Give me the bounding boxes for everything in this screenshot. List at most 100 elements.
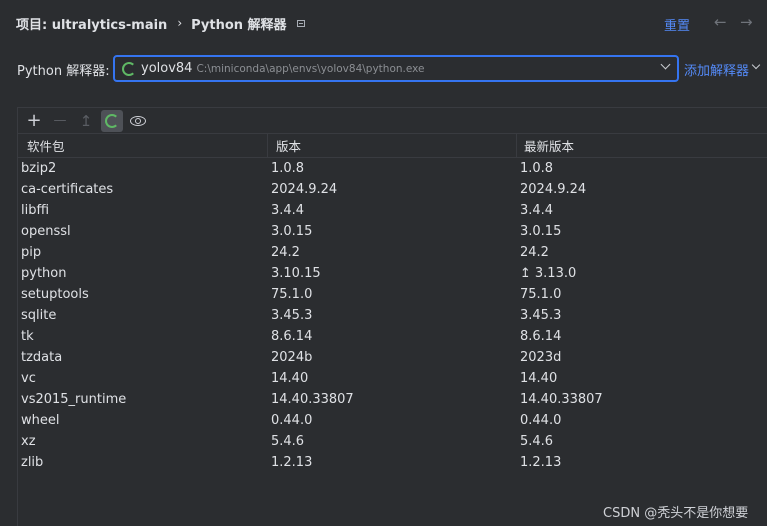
interpreter-select[interactable]: yolov84 C:\miniconda\app\envs\yolov84\py… (113, 55, 679, 82)
table-row[interactable]: tzdata 2024b 2023d (18, 347, 767, 368)
column-header-version[interactable]: 版本 (268, 133, 517, 158)
package-latest: 3.0.15 (516, 224, 561, 239)
package-version: 2024b (271, 350, 313, 365)
package-latest: 14.40.33807 (516, 392, 603, 407)
package-latest: 1.0.8 (516, 161, 553, 176)
back-arrow-icon[interactable]: ← (714, 13, 727, 31)
table-header: 软件包 版本 最新版本 (18, 133, 767, 158)
column-header-package[interactable]: 软件包 (18, 133, 268, 158)
package-name: bzip2 (21, 161, 57, 176)
package-version: 5.4.6 (271, 434, 305, 449)
table-row[interactable]: zlib 1.2.13 1.2.13 (18, 452, 767, 473)
package-latest: 2023d (516, 350, 561, 365)
reset-link[interactable]: 重置 (664, 15, 690, 34)
package-latest: 3.4.4 (516, 203, 553, 218)
package-version: 1.0.8 (271, 161, 305, 176)
add-package-button[interactable]: + (23, 110, 45, 132)
latest-version-label: 2023d (520, 350, 562, 365)
table-row[interactable]: tk 8.6.14 8.6.14 (18, 326, 767, 347)
package-name: sqlite (21, 308, 57, 323)
package-version: 14.40.33807 (271, 392, 354, 407)
latest-version-label: 24.2 (520, 245, 549, 260)
packages-toolbar: + — ↥ (18, 108, 767, 134)
package-name: wheel (21, 413, 60, 428)
remove-package-button[interactable]: — (49, 110, 71, 132)
table-row[interactable]: vc 14.40 14.40 (18, 368, 767, 389)
package-name: tk (21, 329, 34, 344)
upgrade-package-button[interactable]: ↥ (75, 110, 97, 132)
table-row[interactable]: wheel 0.44.0 0.44.0 (18, 410, 767, 431)
package-latest: 75.1.0 (516, 287, 561, 302)
loading-spinner-icon (105, 113, 119, 128)
package-latest: 14.40 (516, 371, 557, 386)
upgrade-arrow-icon: ↥ (520, 266, 531, 281)
package-latest: 2024.9.24 (516, 182, 586, 197)
table-row[interactable]: xz 5.4.6 5.4.6 (18, 431, 767, 452)
table-body: bzip2 1.0.8 1.0.8 ca-certificates 2024.9.24 2… (18, 158, 767, 473)
column-header-latest[interactable]: 最新版本 (517, 134, 574, 158)
latest-version-label: 3.0.15 (520, 224, 562, 239)
packages-panel: + — ↥ 软件包 版本 最新版本 bzip2 1.0.8 1.0.8 ca-cert… (17, 107, 767, 526)
interpreter-row: Python 解释器: yolov84 C:\miniconda\app\env… (0, 55, 767, 82)
table-row[interactable]: python 3.10.15 ↥ 3.13.0 (18, 263, 767, 284)
latest-version-label: 3.13.0 (534, 266, 577, 281)
table-row[interactable]: setuptools 75.1.0 75.1.0 (18, 284, 767, 305)
package-version: 14.40 (271, 371, 309, 386)
package-name: xz (21, 434, 36, 449)
show-all-button[interactable] (127, 110, 149, 132)
latest-version-label: 0.44.0 (520, 413, 562, 428)
loading-spinner-icon (122, 61, 136, 76)
breadcrumb-separator: › (177, 16, 183, 30)
page-title: Python 解释器 (191, 17, 287, 33)
table-row[interactable]: pip 24.2 24.2 (18, 242, 767, 263)
latest-version-label: 1.0.8 (520, 161, 554, 176)
interpreter-name: yolov84 (141, 61, 193, 76)
interpreter-label: Python 解释器: (17, 64, 110, 79)
package-name: pip (21, 245, 42, 260)
breadcrumb-project: 项目: ultralytics-main (16, 17, 168, 33)
package-version: 3.10.15 (271, 266, 321, 281)
package-name: zlib (21, 455, 44, 470)
package-latest: 3.45.3 (516, 308, 561, 323)
latest-version-label: 14.40 (520, 371, 558, 386)
package-name: ca-certificates (21, 182, 114, 197)
package-name: vc (21, 371, 36, 386)
chevron-down-icon[interactable] (660, 59, 671, 70)
latest-version-label: 3.4.4 (520, 203, 554, 218)
refresh-button[interactable] (101, 109, 123, 132)
package-latest: 0.44.0 (516, 413, 561, 428)
package-version: 1.2.13 (271, 455, 313, 470)
package-latest: 5.4.6 (516, 434, 553, 449)
table-row[interactable]: libffi 3.4.4 3.4.4 (18, 200, 767, 221)
eye-icon (130, 115, 146, 126)
package-version: 75.1.0 (271, 287, 313, 302)
table-row[interactable]: openssl 3.0.15 3.0.15 (18, 221, 767, 242)
package-version: 3.45.3 (271, 308, 313, 323)
interpreter-path: C:\miniconda\app\envs\yolov84\python.exe (196, 62, 425, 75)
package-latest: 1.2.13 (516, 455, 561, 470)
watermark: CSDN @秃头不是你想要 (603, 506, 749, 521)
package-version: 3.4.4 (271, 203, 305, 218)
package-version: 2024.9.24 (271, 182, 338, 197)
table-row[interactable]: bzip2 1.0.8 1.0.8 (18, 158, 767, 179)
forward-arrow-icon[interactable]: → (740, 13, 753, 31)
package-latest: 24.2 (516, 245, 549, 260)
chevron-down-icon[interactable] (751, 60, 761, 70)
table-row[interactable]: vs2015_runtime 14.40.33807 14.40.33807 (18, 389, 767, 410)
table-row[interactable]: sqlite 3.45.3 3.45.3 (18, 305, 767, 326)
package-latest: 8.6.14 (516, 329, 561, 344)
add-interpreter-link[interactable]: 添加解释器 (684, 60, 749, 79)
latest-version-label: 3.45.3 (520, 308, 562, 323)
latest-version-label: 1.2.13 (520, 455, 562, 470)
package-version: 0.44.0 (271, 413, 313, 428)
latest-version-label: 5.4.6 (520, 434, 554, 449)
latest-version-label: 2024.9.24 (520, 182, 587, 197)
package-name: python (21, 266, 67, 281)
latest-version-label: 14.40.33807 (520, 392, 603, 407)
package-name: vs2015_runtime (21, 392, 127, 407)
settings-header: 项目: ultralytics-main › Python 解释器 (0, 0, 767, 46)
package-version: 24.2 (271, 245, 300, 260)
window-icon[interactable] (296, 19, 305, 27)
package-name: openssl (21, 224, 71, 239)
table-row[interactable]: ca-certificates 2024.9.24 2024.9.24 (18, 179, 767, 200)
